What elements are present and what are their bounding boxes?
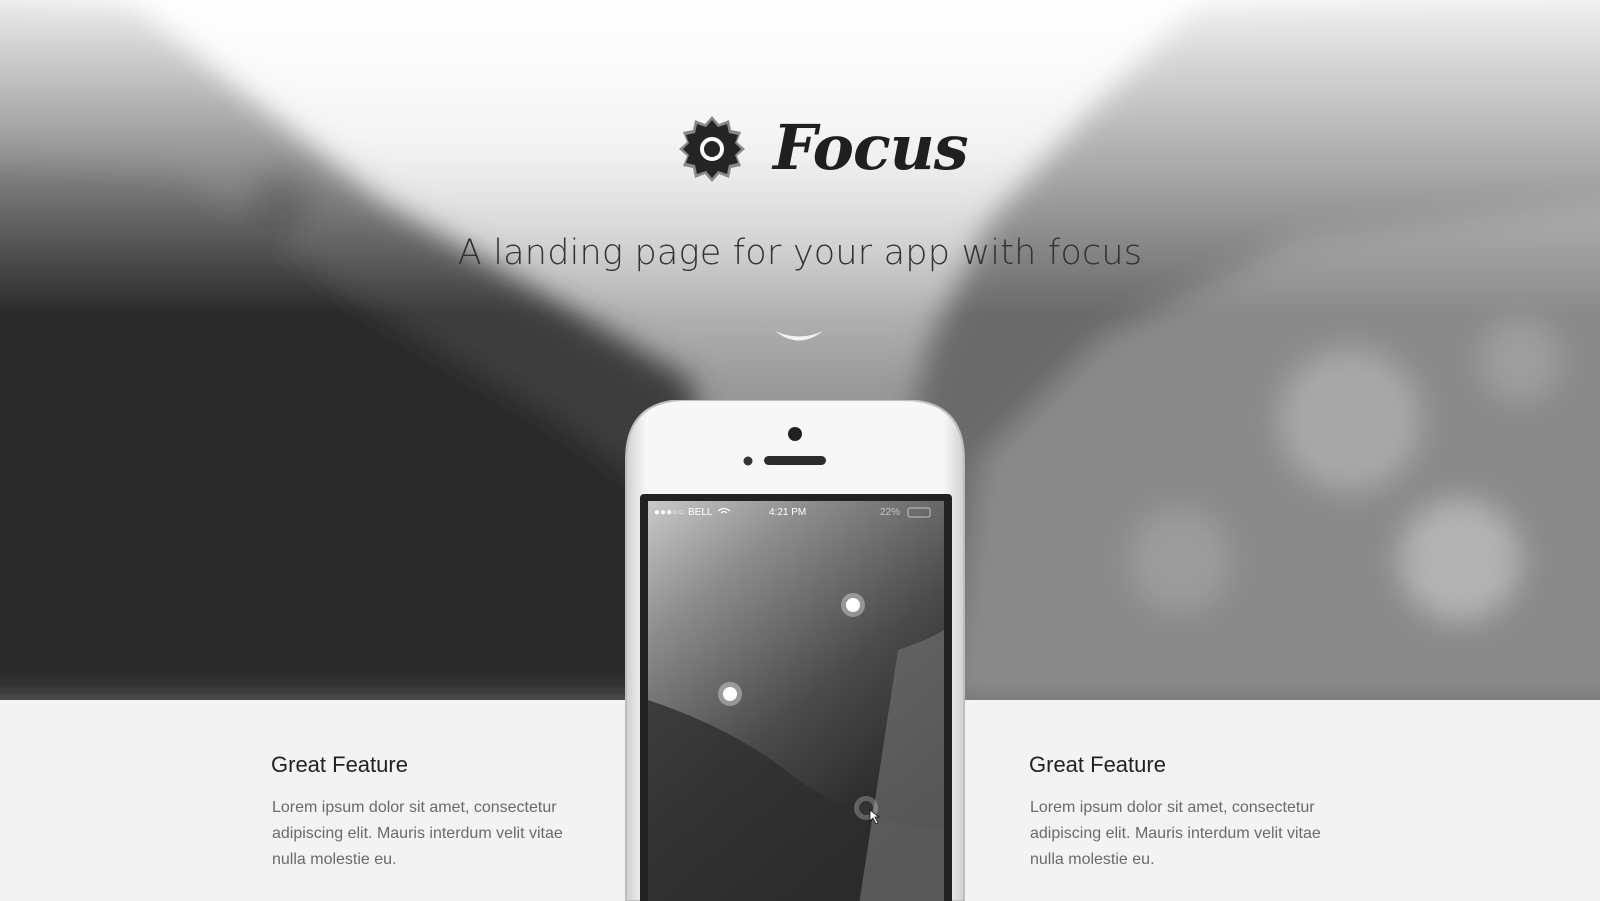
carrier-name: BELL bbox=[688, 507, 713, 518]
brand-name: Focus bbox=[773, 111, 969, 184]
feature-title: Great Feature bbox=[271, 752, 408, 777]
focus-point[interactable] bbox=[718, 682, 742, 706]
clock-time: 4:21 PM bbox=[769, 507, 806, 518]
feature-block-left: Great Feature Lorem ipsum dolor sit amet… bbox=[271, 752, 591, 873]
aperture-badge-icon bbox=[679, 116, 745, 182]
brand-logo[interactable]: Focus bbox=[678, 111, 969, 188]
hero-tagline: A landing page for your app with focus bbox=[457, 233, 1143, 273]
signal-strength: ●●●○○ bbox=[654, 507, 684, 518]
feature-title: Great Feature bbox=[1029, 752, 1166, 777]
focus-point[interactable] bbox=[841, 593, 865, 617]
feature-description: Lorem ipsum dolor sit amet, consectetur … bbox=[272, 799, 563, 868]
feature-description: Lorem ipsum dolor sit amet, consectetur … bbox=[1030, 799, 1321, 868]
chevron-down-icon[interactable] bbox=[773, 328, 825, 346]
phone-mockup: ●●●○○ BELL 4:21 PM 22% bbox=[625, 400, 965, 901]
feature-block-right: Great Feature Lorem ipsum dolor sit amet… bbox=[1029, 752, 1349, 873]
battery-level: 22% bbox=[880, 507, 900, 518]
